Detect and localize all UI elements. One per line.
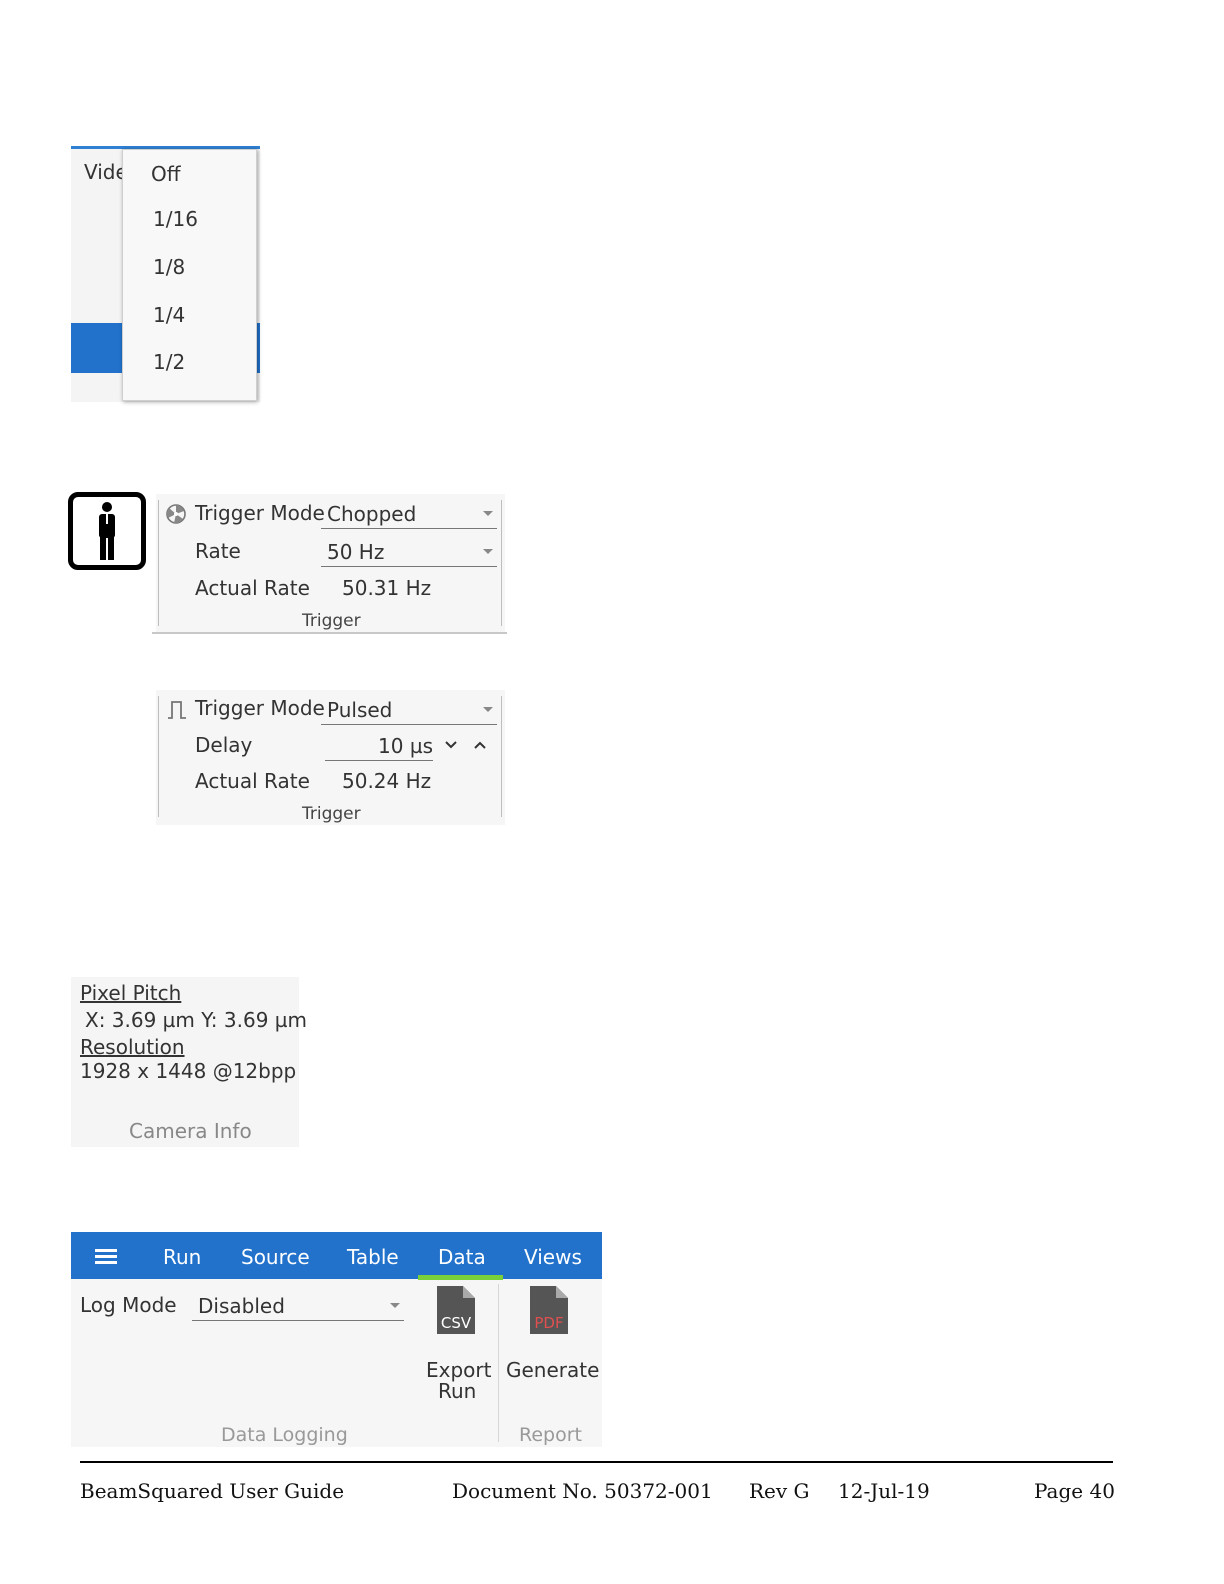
trigger-panel-pulsed: Trigger Mode Pulsed Delay 10 µs Actual R… xyxy=(156,690,505,825)
tab-run[interactable]: Run xyxy=(163,1245,201,1269)
log-mode-combo[interactable]: Disabled xyxy=(192,1288,404,1321)
camera-info-group-label: Camera Info xyxy=(129,1119,252,1143)
rate-value: 50 Hz xyxy=(327,540,385,564)
pulse-waveform-icon xyxy=(166,699,188,725)
ribbon: Run Source Table Data Views Log Mode Dis… xyxy=(71,1232,602,1447)
chevron-down-icon xyxy=(390,1303,400,1308)
panel-left-border xyxy=(158,500,159,626)
actual-rate-value: 50.31 Hz xyxy=(342,576,432,600)
generate-report-button[interactable]: PDF Generate xyxy=(504,1286,600,1406)
chevron-down-icon xyxy=(483,511,493,516)
video-dropdown-menu[interactable]: Off 1/16 1/8 1/4 1/2 xyxy=(122,149,257,401)
person-icon xyxy=(68,492,146,570)
tab-data[interactable]: Data xyxy=(438,1245,486,1269)
resolution-label: Resolution xyxy=(80,1035,185,1059)
panel-bottom-border xyxy=(152,632,507,634)
option-1-8[interactable]: 1/8 xyxy=(153,255,185,279)
trigger-mode-value: Chopped xyxy=(327,502,417,526)
rate-label: Rate xyxy=(195,539,241,563)
svg-text:CSV: CSV xyxy=(441,1314,472,1332)
chopper-wheel-icon xyxy=(165,503,187,529)
export-run-button[interactable]: CSV Export Run xyxy=(421,1286,491,1406)
active-tab-indicator xyxy=(418,1275,503,1280)
delay-spinbox[interactable]: 10 µs xyxy=(325,728,433,761)
option-1-2[interactable]: 1/2 xyxy=(153,350,185,374)
tab-source[interactable]: Source xyxy=(241,1245,310,1269)
pixel-pitch-value: X: 3.69 µm Y: 3.69 µm xyxy=(85,1008,308,1032)
trigger-mode-combo[interactable]: Chopped xyxy=(321,496,497,529)
camera-info-panel: Pixel Pitch X: 3.69 µm Y: 3.69 µm Resolu… xyxy=(71,977,307,1147)
csv-file-icon: CSV xyxy=(437,1286,475,1334)
hamburger-menu-icon[interactable] xyxy=(71,1232,139,1279)
resolution-value: 1928 x 1448 @12bpp xyxy=(80,1059,297,1083)
export-label-line2: Run xyxy=(438,1379,477,1403)
trigger-group-label: Trigger xyxy=(302,804,361,824)
group-divider xyxy=(498,1284,499,1442)
tab-views[interactable]: Views xyxy=(524,1245,582,1269)
footer-document-number: Document No. 50372-001 xyxy=(452,1479,713,1503)
option-1-4[interactable]: 1/4 xyxy=(153,303,185,327)
chevron-down-icon xyxy=(483,549,493,554)
trigger-mode-value: Pulsed xyxy=(327,698,393,722)
delay-value: 10 µs xyxy=(378,734,433,758)
actual-rate-value: 50.24 Hz xyxy=(342,769,432,793)
option-1-16[interactable]: 1/16 xyxy=(153,207,198,231)
tab-table[interactable]: Table xyxy=(347,1245,399,1269)
footer-revision: Rev G xyxy=(749,1479,810,1503)
actual-rate-label: Actual Rate xyxy=(195,576,310,600)
trigger-mode-label: Trigger Mode xyxy=(195,696,325,720)
trigger-mode-label: Trigger Mode xyxy=(195,501,325,525)
delay-label: Delay xyxy=(195,733,253,757)
panel-right-border xyxy=(501,500,502,626)
log-mode-label: Log Mode xyxy=(80,1293,177,1317)
report-group-label: Report xyxy=(519,1424,582,1446)
chevron-down-icon xyxy=(483,707,493,712)
footer-title: BeamSquared User Guide xyxy=(80,1479,345,1503)
svg-text:PDF: PDF xyxy=(534,1314,563,1332)
generate-label: Generate xyxy=(506,1358,600,1382)
footer-page-number: Page 40 xyxy=(1034,1479,1115,1503)
footer-date: 12-Jul-19 xyxy=(838,1479,930,1503)
pdf-file-icon: PDF xyxy=(530,1286,568,1334)
chevron-up-icon[interactable] xyxy=(473,736,487,755)
log-mode-value: Disabled xyxy=(198,1294,285,1318)
chevron-down-icon[interactable] xyxy=(444,736,458,755)
trigger-mode-combo[interactable]: Pulsed xyxy=(321,692,497,725)
footer-rule xyxy=(80,1461,1113,1463)
actual-rate-label: Actual Rate xyxy=(195,769,310,793)
pixel-pitch-label: Pixel Pitch xyxy=(80,981,182,1005)
panel-left-border xyxy=(158,696,159,817)
option-off[interactable]: Off xyxy=(151,162,181,186)
panel-right-border xyxy=(501,696,502,817)
trigger-group-label: Trigger xyxy=(302,611,361,631)
trigger-panel-chopped: Trigger Mode Chopped Rate 50 Hz Actual R… xyxy=(152,494,507,634)
rate-combo[interactable]: 50 Hz xyxy=(321,534,497,567)
data-logging-group-label: Data Logging xyxy=(221,1424,348,1446)
ribbon-tab-bar: Run Source Table Data Views xyxy=(71,1232,602,1280)
